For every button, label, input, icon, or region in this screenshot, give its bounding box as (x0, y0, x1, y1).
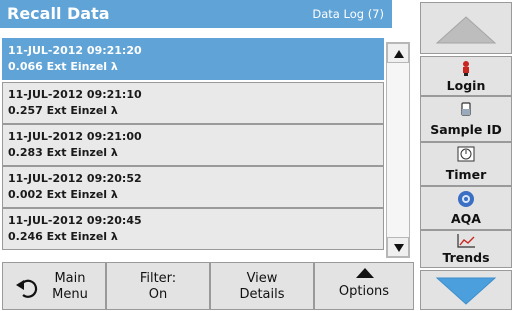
aqa-button[interactable]: AQA (420, 186, 512, 230)
filter-label-2: On (148, 287, 168, 302)
trends-button[interactable]: Trends (420, 230, 512, 268)
record-value: 0.066 Ext Einzel λ (8, 60, 118, 73)
scroll-down-button[interactable] (387, 237, 409, 257)
trend-chart-icon (457, 234, 475, 248)
main-menu-label-2: Menu (52, 287, 88, 302)
sample-id-label: Sample ID (430, 122, 502, 137)
login-label: Login (446, 78, 486, 93)
scroll-page-down-button[interactable] (420, 270, 512, 310)
data-log-count: Data Log (7) (312, 7, 384, 21)
record-value: 0.257 Ext Einzel λ (8, 104, 118, 117)
list-scrollbar[interactable] (386, 42, 410, 258)
aqa-label: AQA (451, 211, 481, 226)
login-button[interactable]: Login (420, 56, 512, 96)
record-datetime: 11-JUL-2012 09:20:52 (8, 172, 142, 185)
view-details-label-1: View (246, 271, 278, 286)
record-datetime: 11-JUL-2012 09:21:20 (8, 44, 142, 57)
record-value: 0.002 Ext Einzel λ (8, 188, 118, 201)
page-title: Recall Data (7, 4, 110, 23)
triangle-down-icon (394, 244, 404, 252)
list-item[interactable]: 11-JUL-2012 09:21:10 0.257 Ext Einzel λ (2, 82, 384, 124)
filter-label-1: Filter: (139, 271, 177, 286)
sample-id-button[interactable]: Sample ID (420, 96, 512, 142)
filter-button[interactable]: Filter: On (106, 262, 210, 310)
record-value: 0.246 Ext Einzel λ (8, 230, 118, 243)
options-label: Options (338, 284, 390, 299)
trends-label: Trends (442, 250, 490, 265)
list-item[interactable]: 11-JUL-2012 09:21:00 0.283 Ext Einzel λ (2, 124, 384, 166)
main-menu-button[interactable]: Main Menu (2, 262, 106, 310)
scroll-up-button[interactable] (387, 43, 409, 63)
bottom-toolbar: Main Menu Filter: On View Details Option… (2, 262, 416, 311)
timer-icon (457, 146, 475, 162)
list-item[interactable]: 11-JUL-2012 09:20:52 0.002 Ext Einzel λ (2, 166, 384, 208)
record-datetime: 11-JUL-2012 09:21:10 (8, 88, 142, 101)
timer-label: Timer (445, 167, 487, 182)
list-item[interactable]: 11-JUL-2012 09:20:45 0.246 Ext Einzel λ (2, 208, 384, 250)
record-datetime: 11-JUL-2012 09:20:45 (8, 214, 142, 227)
sample-vial-icon (461, 102, 471, 116)
side-panel: Login Sample ID Timer AQA Trends (416, 0, 512, 311)
record-list: 11-JUL-2012 09:21:20 0.066 Ext Einzel λ … (0, 32, 392, 256)
back-arrow-icon (16, 279, 38, 298)
record-datetime: 11-JUL-2012 09:21:00 (8, 130, 142, 143)
record-value: 0.283 Ext Einzel λ (8, 146, 118, 159)
list-item[interactable]: 11-JUL-2012 09:21:20 0.066 Ext Einzel λ (2, 38, 384, 80)
main-menu-label-1: Main (54, 271, 86, 286)
view-details-button[interactable]: View Details (210, 262, 314, 310)
person-icon (463, 61, 469, 76)
title-bar: Recall Data Data Log (7) (0, 0, 392, 28)
view-details-label-2: Details (239, 287, 285, 302)
large-up-arrow-icon (435, 16, 497, 44)
aqa-icon (458, 191, 474, 207)
timer-button[interactable]: Timer (420, 142, 512, 186)
triangle-up-icon (394, 50, 404, 58)
triangle-up-icon (356, 268, 374, 278)
large-down-arrow-icon (435, 277, 497, 305)
options-button[interactable]: Options (314, 262, 414, 310)
scroll-page-up-button[interactable] (420, 2, 512, 54)
